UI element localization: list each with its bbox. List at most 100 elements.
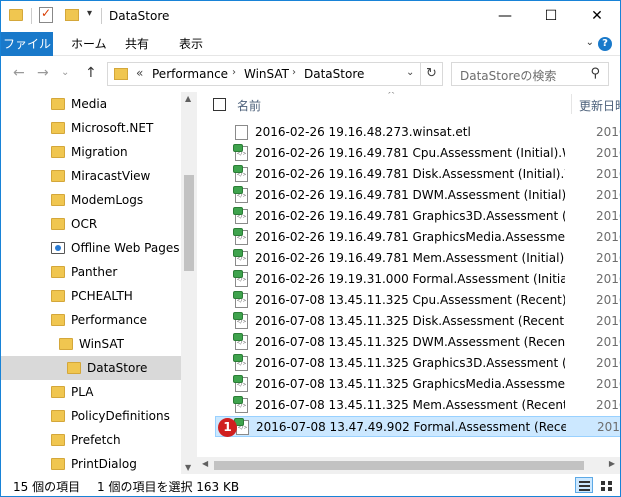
folder-icon	[51, 410, 65, 422]
folder-icon	[67, 362, 81, 374]
tree-item-label: MiracastView	[71, 169, 151, 183]
tree-item-microsoft-net[interactable]: Microsoft.NET	[1, 116, 181, 140]
tree-item-label: PrintDialog	[71, 457, 137, 471]
file-date: 2016/07	[596, 377, 620, 391]
tree-item-label: Offline Web Pages	[71, 241, 180, 255]
file-row[interactable]: 2016-02-26 19.16.49.781 Cpu.Assessment (…	[215, 143, 620, 164]
file-date: 2016/07	[596, 293, 620, 307]
recent-locations-icon[interactable]: ⌄	[61, 67, 69, 78]
address-bar[interactable]: « Performance › WinSAT › DataStore ⌄ ↻	[107, 62, 443, 86]
column-divider[interactable]	[571, 94, 572, 114]
address-dropdown-icon[interactable]: ⌄	[406, 67, 414, 78]
tree-item-pla[interactable]: PLA	[1, 380, 181, 404]
xml-file-icon	[233, 249, 248, 266]
selection-info: 1 個の項目を選択 163 KB	[97, 480, 240, 494]
file-row[interactable]: 2016-07-08 13.45.11.325 GraphicsMedia.As…	[215, 374, 620, 395]
file-row[interactable]: 2016-02-26 19.19.31.000 Formal.Assessmen…	[215, 269, 620, 290]
breadcrumb-separator[interactable]: ›	[232, 67, 236, 78]
file-row[interactable]: 2016-07-08 13.45.11.325 DWM.Assessment (…	[215, 332, 620, 353]
tree-item-datastore[interactable]: DataStore	[1, 356, 181, 380]
tree-item-miracastview[interactable]: MiracastView	[1, 164, 181, 188]
file-row[interactable]: 2016-02-26 19.16.48.273.winsat.etl 2016/…	[215, 122, 620, 143]
tree-item-media[interactable]: Media	[1, 92, 181, 116]
refresh-button[interactable]: ↻	[420, 63, 442, 85]
search-box[interactable]: DataStoreの検索 ⚲	[451, 62, 609, 86]
up-button[interactable]: ↑	[85, 65, 97, 81]
tree-item-label: Migration	[71, 145, 128, 159]
file-row[interactable]: 2016-02-26 19.16.49.781 Mem.Assessment (…	[215, 248, 620, 269]
tab-view[interactable]: 表示	[169, 32, 213, 56]
new-folder-icon[interactable]	[65, 9, 79, 21]
tree-item-label: Microsoft.NET	[71, 121, 154, 135]
file-name: 2016-07-08 13.45.11.325 GraphicsMedia.As…	[255, 377, 565, 391]
help-icon[interactable]: ?	[598, 37, 612, 51]
expand-ribbon-icon[interactable]: ⌄	[586, 37, 594, 48]
file-name: 2016-02-26 19.16.48.273.winsat.etl	[255, 125, 471, 139]
file-row[interactable]: 2016-02-26 19.16.49.781 Disk.Assessment …	[215, 164, 620, 185]
tree-item-performance[interactable]: Performance	[1, 308, 181, 332]
toolbar-divider	[101, 8, 102, 24]
properties-icon[interactable]	[39, 6, 53, 23]
file-row[interactable]: 2016-07-08 13.45.11.325 Cpu.Assessment (…	[215, 290, 620, 311]
tree-item-label: Media	[71, 97, 108, 111]
tree-item-policydefinitions[interactable]: PolicyDefinitions	[1, 404, 181, 428]
file-date: 2016/07	[596, 335, 620, 349]
breadcrumb-separator[interactable]: ›	[292, 67, 296, 78]
back-button[interactable]: ←	[13, 65, 25, 81]
xml-file-icon	[233, 270, 248, 287]
file-row[interactable]: 2016-02-26 19.16.49.781 GraphicsMedia.As…	[215, 227, 620, 248]
file-name: 2016-02-26 19.16.49.781 Graphics3D.Asses…	[255, 209, 565, 223]
large-icons-view-button[interactable]	[597, 477, 615, 493]
file-date: 2016/02	[596, 272, 620, 286]
file-name: 2016-02-26 19.16.49.781 Mem.Assessment (…	[255, 251, 565, 265]
explorer-window: ▾ DataStore — ☐ ✕ ファイル ホーム 共有 表示 ⌄ ? ← →…	[0, 0, 621, 497]
scrollbar-thumb[interactable]	[214, 461, 584, 470]
file-row[interactable]: 2016-07-08 13.45.11.325 Mem.Assessment (…	[215, 395, 620, 416]
tree-scrollbar[interactable]: ▲ ▼	[181, 92, 197, 474]
file-row[interactable]: 2016-07-08 13.45.11.325 Graphics3D.Asses…	[215, 353, 620, 374]
tab-share[interactable]: 共有	[115, 32, 159, 56]
offline-web-pages-icon	[51, 242, 65, 254]
scroll-down-icon[interactable]: ▼	[185, 463, 191, 472]
details-view-button[interactable]	[575, 477, 593, 493]
scrollbar-thumb[interactable]	[184, 175, 194, 271]
customize-toolbar-icon[interactable]: ▾	[87, 8, 92, 19]
tree-item-panther[interactable]: Panther	[1, 260, 181, 284]
scroll-left-icon[interactable]: ◀	[202, 459, 208, 468]
scroll-up-icon[interactable]: ▲	[185, 94, 191, 103]
breadcrumb-datastore[interactable]: DataStore	[304, 67, 364, 81]
breadcrumb-overflow[interactable]: «	[136, 66, 143, 80]
tree-item-label: Performance	[71, 313, 148, 327]
file-row-selected[interactable]: 1 2016-07-08 13.47.49.902 Formal.Assessm…	[215, 416, 620, 437]
file-list-scrollbar[interactable]: ◀ ▶	[197, 457, 620, 474]
folder-icon	[51, 266, 65, 278]
tree-item-modemlogs[interactable]: ModemLogs	[1, 188, 181, 212]
scroll-right-icon[interactable]: ▶	[609, 459, 615, 468]
tree-item-winsat[interactable]: WinSAT	[1, 332, 181, 356]
column-name[interactable]: 名前	[237, 97, 261, 114]
maximize-button[interactable]: ☐	[528, 1, 574, 31]
close-button[interactable]: ✕	[574, 1, 620, 31]
tree-item-offline-web-pages[interactable]: Offline Web Pages	[1, 236, 181, 260]
tree-item-ocr[interactable]: OCR	[1, 212, 181, 236]
file-date: 2016/02	[596, 251, 620, 265]
breadcrumb-performance[interactable]: Performance	[152, 67, 228, 81]
tree-item-migration[interactable]: Migration	[1, 140, 181, 164]
column-date-modified[interactable]: 更新日時	[579, 97, 620, 114]
minimize-button[interactable]: —	[482, 1, 528, 31]
breadcrumb-winsat[interactable]: WinSAT	[244, 67, 289, 81]
file-name: 2016-07-08 13.47.49.902 Formal.Assessmen…	[256, 420, 566, 434]
tree-item-label: DataStore	[87, 361, 148, 375]
tab-home[interactable]: ホーム	[61, 32, 117, 56]
tree-item-prefetch[interactable]: Prefetch	[1, 428, 181, 452]
file-row[interactable]: 2016-02-26 19.16.49.781 Graphics3D.Asses…	[215, 206, 620, 227]
file-row[interactable]: 2016-07-08 13.45.11.325 Disk.Assessment …	[215, 311, 620, 332]
folder-icon	[51, 194, 65, 206]
forward-button[interactable]: →	[37, 65, 49, 81]
tree-item-printdialog[interactable]: PrintDialog	[1, 452, 181, 474]
select-all-checkbox[interactable]	[213, 98, 226, 111]
tab-file[interactable]: ファイル	[1, 32, 53, 56]
tree-item-pchealth[interactable]: PCHEALTH	[1, 284, 181, 308]
file-row[interactable]: 2016-02-26 19.16.49.781 DWM.Assessment (…	[215, 185, 620, 206]
file-date: 2016/02	[596, 209, 620, 223]
